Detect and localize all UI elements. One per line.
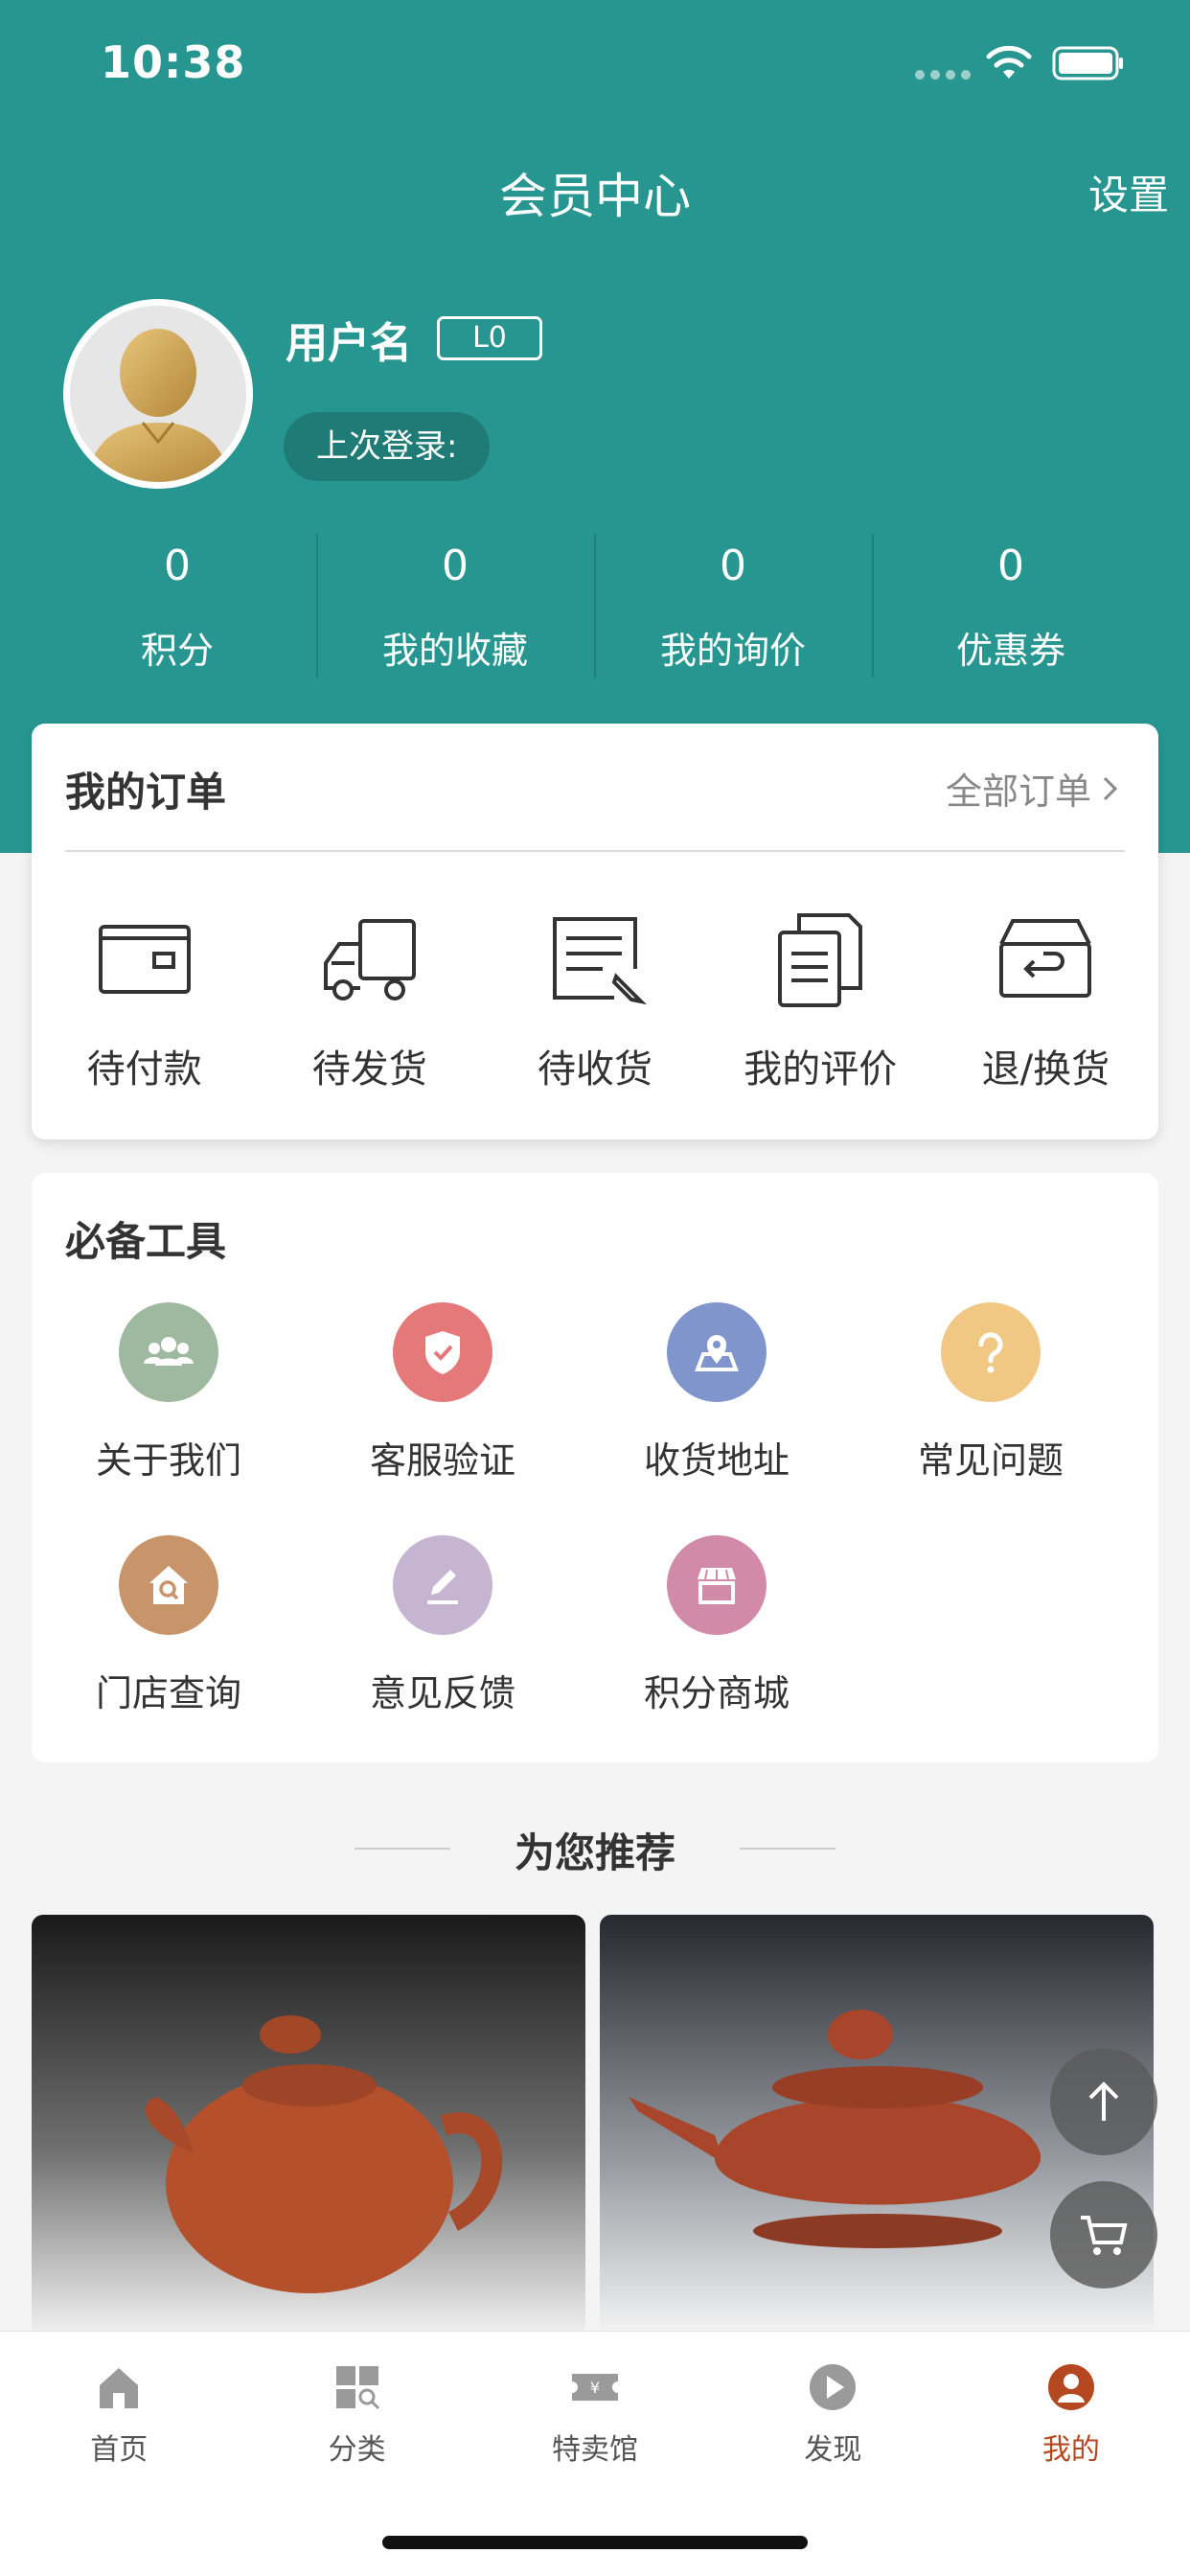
category-icon xyxy=(335,2366,379,2410)
order-label: 待发货 xyxy=(311,1047,427,1092)
tab-label: 我的 xyxy=(1041,2433,1100,2467)
tool-shipping-address[interactable]: 收货地址 xyxy=(580,1302,854,1535)
cart-icon xyxy=(1081,2216,1128,2255)
tool-faq[interactable]: 常见问题 xyxy=(854,1302,1128,1535)
tool-store-search[interactable]: 门店查询 xyxy=(32,1535,306,1768)
tool-label: 门店查询 xyxy=(95,1672,241,1714)
stat-value: 0 xyxy=(720,541,746,590)
store-search-icon xyxy=(149,1566,188,1604)
arrow-up-icon xyxy=(1088,2082,1119,2121)
order-my-reviews[interactable]: 我的评价 xyxy=(708,906,933,1093)
order-label: 待付款 xyxy=(86,1047,202,1092)
tab-category[interactable]: 分类 xyxy=(238,2332,475,2495)
play-icon xyxy=(810,2364,857,2410)
stat-favorites[interactable]: 0 我的收藏 xyxy=(316,532,594,680)
settings-button[interactable]: 设置 xyxy=(1088,163,1169,221)
stat-label: 我的收藏 xyxy=(381,630,528,672)
tool-service-verify[interactable]: 客服验证 xyxy=(306,1302,580,1535)
truck-icon xyxy=(323,919,416,1000)
order-label: 待收货 xyxy=(538,1047,652,1092)
tool-label: 收货地址 xyxy=(643,1439,790,1482)
stat-label: 我的询价 xyxy=(659,630,806,672)
tab-mine[interactable]: 我的 xyxy=(952,2332,1190,2495)
stat-value: 0 xyxy=(164,541,191,590)
tab-label: 首页 xyxy=(90,2433,149,2467)
order-label: 退/换货 xyxy=(981,1047,1110,1092)
stat-coupons[interactable]: 0 优惠券 xyxy=(872,532,1150,680)
avatar[interactable] xyxy=(63,299,253,489)
question-icon xyxy=(978,1332,1003,1373)
battery-icon xyxy=(1052,46,1123,80)
tab-label: 分类 xyxy=(328,2433,386,2467)
tool-about-us[interactable]: 关于我们 xyxy=(32,1302,306,1535)
divider xyxy=(65,850,1125,852)
tool-label: 积分商城 xyxy=(643,1672,790,1714)
last-login-label: 上次登录: xyxy=(284,412,491,481)
tab-label: 发现 xyxy=(804,2433,862,2467)
order-returns[interactable]: 退/换货 xyxy=(933,906,1158,1093)
tool-label: 关于我们 xyxy=(95,1439,241,1482)
shield-check-icon xyxy=(425,1331,460,1374)
stat-points[interactable]: 0 积分 xyxy=(38,532,316,680)
tab-discover[interactable]: 发现 xyxy=(714,2332,951,2495)
cart-button[interactable] xyxy=(1050,2181,1157,2288)
teapot-image xyxy=(32,1915,585,2336)
chevron-right-icon xyxy=(1103,776,1118,800)
tab-label: 特卖馆 xyxy=(552,2433,639,2467)
orders-card: 我的订单 全部订单 待付款 待发货 待收货 我的评价 退/换货 xyxy=(32,724,1158,1139)
username: 用户名 xyxy=(286,319,412,368)
stat-label: 优惠券 xyxy=(955,630,1065,672)
product-card[interactable] xyxy=(32,1915,585,2336)
tool-label: 意见反馈 xyxy=(369,1672,515,1714)
all-orders-label: 全部订单 xyxy=(945,770,1091,813)
tab-sale[interactable]: ¥ 特卖馆 xyxy=(476,2332,714,2495)
status-time: 10:38 xyxy=(101,36,246,88)
receipt-icon xyxy=(553,917,648,1005)
wifi-icon xyxy=(986,45,1032,79)
page-title: 会员中心 xyxy=(499,169,691,224)
stat-value: 0 xyxy=(997,541,1024,590)
level-badge: L0 xyxy=(437,316,542,360)
tool-label: 常见问题 xyxy=(917,1439,1064,1482)
edit-icon xyxy=(427,1570,458,1604)
shop-icon xyxy=(698,1568,736,1604)
order-pending-payment[interactable]: 待付款 xyxy=(32,906,257,1093)
status-bar: 10:38 xyxy=(0,0,1190,134)
stat-value: 0 xyxy=(442,541,469,590)
documents-icon xyxy=(778,913,863,1007)
all-orders-link[interactable]: 全部订单 xyxy=(946,762,1120,815)
default-avatar-icon xyxy=(70,306,246,482)
tab-home[interactable]: 首页 xyxy=(0,2332,238,2495)
orders-title: 我的订单 xyxy=(65,769,227,816)
home-icon xyxy=(100,2368,139,2408)
user-icon xyxy=(1047,2364,1094,2410)
tool-feedback[interactable]: 意见反馈 xyxy=(306,1535,580,1768)
order-pending-receipt[interactable]: 待收货 xyxy=(482,906,707,1093)
stat-inquiries[interactable]: 0 我的询价 xyxy=(594,532,872,680)
stat-label: 积分 xyxy=(140,630,214,672)
order-label: 我的评价 xyxy=(744,1047,898,1092)
location-icon xyxy=(695,1335,739,1371)
signal-icon xyxy=(915,70,971,80)
tools-card: 必备工具 关于我们 客服验证 收货地址 常见问题 门店查询 意见反馈 积分商城 xyxy=(32,1173,1158,1762)
recommend-title: 为您推荐 xyxy=(514,1829,675,1876)
ticket-icon: ¥ xyxy=(572,2374,619,2401)
tool-label: 客服验证 xyxy=(369,1439,515,1482)
divider xyxy=(740,1848,835,1850)
wallet-icon xyxy=(98,925,191,994)
scroll-top-button[interactable] xyxy=(1050,2048,1157,2155)
tools-title: 必备工具 xyxy=(65,1218,227,1265)
tab-bar: 首页 分类 ¥ 特卖馆 发现 我的 xyxy=(0,2331,1190,2576)
home-indicator xyxy=(382,2536,808,2549)
tool-points-mall[interactable]: 积分商城 xyxy=(580,1535,854,1768)
stats-row: 0 积分 0 我的收藏 0 我的询价 0 优惠券 xyxy=(38,532,1150,680)
group-icon xyxy=(144,1337,194,1366)
return-box-icon xyxy=(999,919,1092,998)
svg-text:¥: ¥ xyxy=(590,2379,600,2397)
order-pending-shipment[interactable]: 待发货 xyxy=(257,906,482,1093)
